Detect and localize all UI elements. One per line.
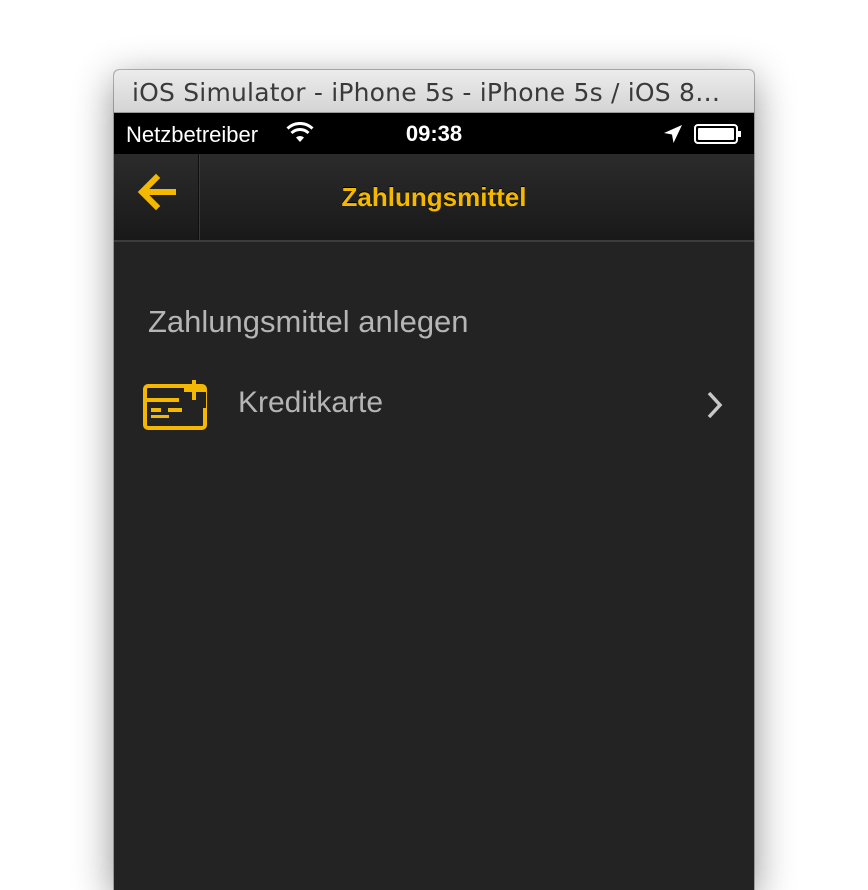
navigation-bar: Zahlungsmittel [114, 154, 754, 242]
window-title: iOS Simulator - iPhone 5s - iPhone 5s / … [132, 78, 721, 107]
chevron-right-icon [707, 391, 723, 419]
add-credit-card-icon [143, 380, 207, 430]
page-title: Zahlungsmittel [341, 182, 527, 212]
status-bar: Netzbetreiber 09:38 [114, 113, 754, 154]
section-title: Zahlungsmittel anlegen [148, 304, 469, 339]
battery-icon [694, 124, 741, 144]
status-time: 09:38 [405, 121, 463, 146]
main-content: Zahlungsmittel anlegen Kreditkarte [114, 242, 754, 890]
window-titlebar[interactable]: iOS Simulator - iPhone 5s - iPhone 5s / … [114, 70, 754, 113]
location-icon [664, 125, 682, 143]
list-item-label: Kreditkarte [238, 386, 384, 419]
simulator-window: iOS Simulator - iPhone 5s - iPhone 5s / … [114, 70, 754, 890]
list-item-credit-card[interactable]: Kreditkarte [114, 370, 754, 440]
